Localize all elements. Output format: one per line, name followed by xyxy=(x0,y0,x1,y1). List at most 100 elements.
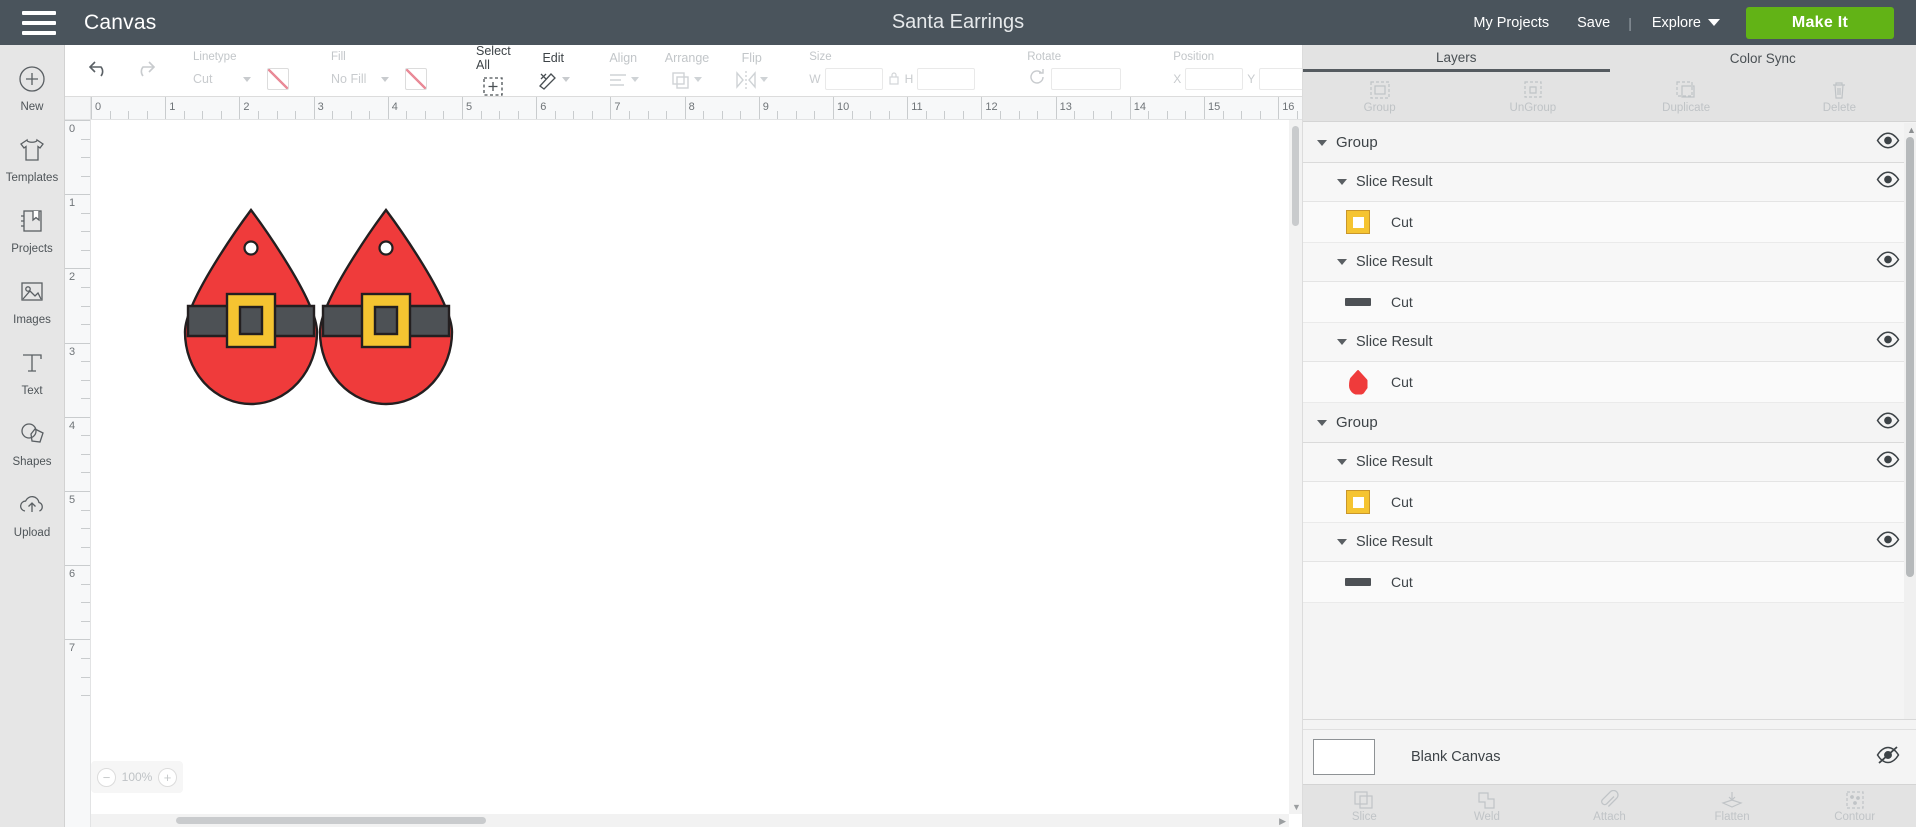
caret-down-icon[interactable] xyxy=(1317,419,1327,426)
flip-button[interactable]: Flip xyxy=(722,51,781,91)
visibility-toggle-icon[interactable] xyxy=(1876,331,1900,353)
caret-down-icon[interactable] xyxy=(1337,259,1347,265)
sidebar-item-templates[interactable]: Templates xyxy=(0,133,65,184)
scroll-down-arrow-icon[interactable]: ▼ xyxy=(1292,802,1301,812)
vertical-scrollbar[interactable]: ▼ xyxy=(1289,120,1302,814)
trash-icon xyxy=(1833,81,1846,99)
slice-button[interactable]: Slice xyxy=(1303,785,1426,827)
layers-list[interactable]: Group Slice Result Cut Slice Result Cut Slice… xyxy=(1303,123,1916,719)
layer-group-row[interactable]: Group xyxy=(1303,123,1916,163)
horizontal-scrollbar-thumb[interactable] xyxy=(176,817,486,824)
horizontal-ruler[interactable]: 0 1 2 3 4 5 6 7 8 9 10 11 12 13 14 15 16 xyxy=(91,97,1302,120)
fill-control[interactable]: Fill No Fill xyxy=(323,51,435,90)
tab-color-sync[interactable]: Color Sync xyxy=(1610,45,1916,72)
duplicate-button[interactable]: Duplicate xyxy=(1610,72,1763,121)
layer-cut-label: Cut xyxy=(1391,214,1413,230)
sidebar-item-images[interactable]: Images xyxy=(0,275,65,326)
layer-slice-result-row[interactable]: Slice Result xyxy=(1303,243,1916,282)
visibility-toggle-icon[interactable] xyxy=(1876,412,1900,434)
chevron-down-icon[interactable] xyxy=(561,77,570,82)
contour-button[interactable]: Contour xyxy=(1793,785,1916,827)
visibility-toggle-icon[interactable] xyxy=(1876,132,1900,154)
layer-slice-result-row[interactable]: Slice Result xyxy=(1303,443,1916,482)
ungroup-button[interactable]: UnGroup xyxy=(1456,72,1609,121)
chevron-down-icon[interactable] xyxy=(243,76,251,82)
chevron-down-icon[interactable] xyxy=(694,77,703,82)
attach-button[interactable]: Attach xyxy=(1548,785,1671,827)
lock-aspect-icon[interactable] xyxy=(887,70,901,89)
weld-button[interactable]: Weld xyxy=(1426,785,1549,827)
scroll-up-arrow-icon[interactable]: ▲ xyxy=(1907,125,1916,135)
align-button[interactable]: Align xyxy=(595,51,652,91)
layer-cut-row[interactable]: Cut xyxy=(1303,482,1916,523)
ruler-label: 3 xyxy=(317,101,324,113)
layer-cut-row[interactable]: Cut xyxy=(1303,562,1916,603)
zoom-out-button[interactable]: − xyxy=(97,767,116,787)
ruler-major-tick xyxy=(833,97,834,119)
sidebar-item-new[interactable]: New xyxy=(0,62,65,113)
size-height-input[interactable] xyxy=(917,68,976,90)
scroll-right-arrow-icon[interactable]: ▶ xyxy=(1279,816,1286,827)
ruler-minor-tick xyxy=(81,324,90,326)
blank-canvas-row[interactable]: Blank Canvas xyxy=(1303,729,1916,784)
visibility-hidden-icon[interactable] xyxy=(1876,745,1900,769)
visibility-toggle-icon[interactable] xyxy=(1876,171,1900,193)
flatten-button[interactable]: Flatten xyxy=(1671,785,1794,827)
tab-layers[interactable]: Layers xyxy=(1303,45,1610,72)
edit-button[interactable]: Edit xyxy=(524,51,583,91)
layers-scrollbar-thumb[interactable] xyxy=(1906,137,1914,577)
zoom-level: 100% xyxy=(121,770,153,784)
caret-down-icon[interactable] xyxy=(1337,179,1347,185)
horizontal-scrollbar[interactable]: ▶ xyxy=(91,814,1289,827)
caret-down-icon[interactable] xyxy=(1317,139,1327,146)
top-right-nav: My Projects Save | Explore Make It xyxy=(1459,0,1916,45)
linetype-swatch[interactable] xyxy=(267,68,289,90)
group-button[interactable]: Group xyxy=(1303,72,1456,121)
layer-group-row[interactable]: Group xyxy=(1303,403,1916,443)
size-width-input[interactable] xyxy=(824,68,883,90)
position-x-input[interactable] xyxy=(1185,68,1244,90)
layers-scrollbar[interactable]: ▲ xyxy=(1904,123,1916,719)
visibility-toggle-icon[interactable] xyxy=(1876,251,1900,273)
rotate-input[interactable] xyxy=(1051,68,1122,90)
redo-icon[interactable] xyxy=(131,57,157,84)
undo-icon[interactable] xyxy=(87,57,113,84)
size-width-label: W xyxy=(809,72,821,86)
santa-earrings-artwork[interactable] xyxy=(91,120,1289,814)
save-button[interactable]: Save xyxy=(1563,15,1624,31)
ruler-label: 3 xyxy=(69,345,76,358)
layer-cut-row[interactable]: Cut xyxy=(1303,362,1916,403)
arrange-button[interactable]: Arrange xyxy=(652,51,722,91)
select-all-button[interactable]: Select All xyxy=(463,44,524,98)
rotate-icon[interactable] xyxy=(1027,68,1047,91)
layer-cut-row[interactable]: Cut xyxy=(1303,202,1916,243)
sidebar-item-shapes[interactable]: Shapes xyxy=(0,417,65,468)
sidebar-item-projects[interactable]: Projects xyxy=(0,204,65,255)
visibility-toggle-icon[interactable] xyxy=(1876,531,1900,553)
sidebar-item-upload[interactable]: Upload xyxy=(0,488,65,539)
make-it-button[interactable]: Make It xyxy=(1746,6,1894,39)
vertical-ruler[interactable]: 0 1 2 3 4 5 6 7 xyxy=(65,120,91,827)
layer-cut-row[interactable]: Cut xyxy=(1303,282,1916,323)
delete-button[interactable]: Delete xyxy=(1763,72,1916,121)
caret-down-icon[interactable] xyxy=(1337,339,1347,345)
layer-slice-result-row[interactable]: Slice Result xyxy=(1303,163,1916,202)
hamburger-icon[interactable] xyxy=(22,10,56,35)
fill-swatch[interactable] xyxy=(405,68,427,90)
explore-dropdown[interactable]: Explore xyxy=(1636,15,1732,31)
layer-slice-result-row[interactable]: Slice Result xyxy=(1303,523,1916,562)
sidebar-item-text[interactable]: Text xyxy=(0,346,65,397)
chevron-down-icon[interactable] xyxy=(760,77,769,82)
chevron-down-icon[interactable] xyxy=(381,76,389,82)
my-projects-link[interactable]: My Projects xyxy=(1459,15,1563,31)
chevron-down-icon[interactable] xyxy=(630,77,639,82)
layer-slice-result-row[interactable]: Slice Result xyxy=(1303,323,1916,362)
caret-down-icon[interactable] xyxy=(1337,539,1347,545)
ruler-label: 4 xyxy=(69,419,76,432)
linetype-control[interactable]: Linetype Cut xyxy=(185,51,297,90)
zoom-in-button[interactable]: + xyxy=(157,767,177,787)
caret-down-icon[interactable] xyxy=(1337,459,1347,465)
vertical-scrollbar-thumb[interactable] xyxy=(1292,126,1299,226)
design-board[interactable] xyxy=(91,120,1289,814)
visibility-toggle-icon[interactable] xyxy=(1876,451,1900,473)
